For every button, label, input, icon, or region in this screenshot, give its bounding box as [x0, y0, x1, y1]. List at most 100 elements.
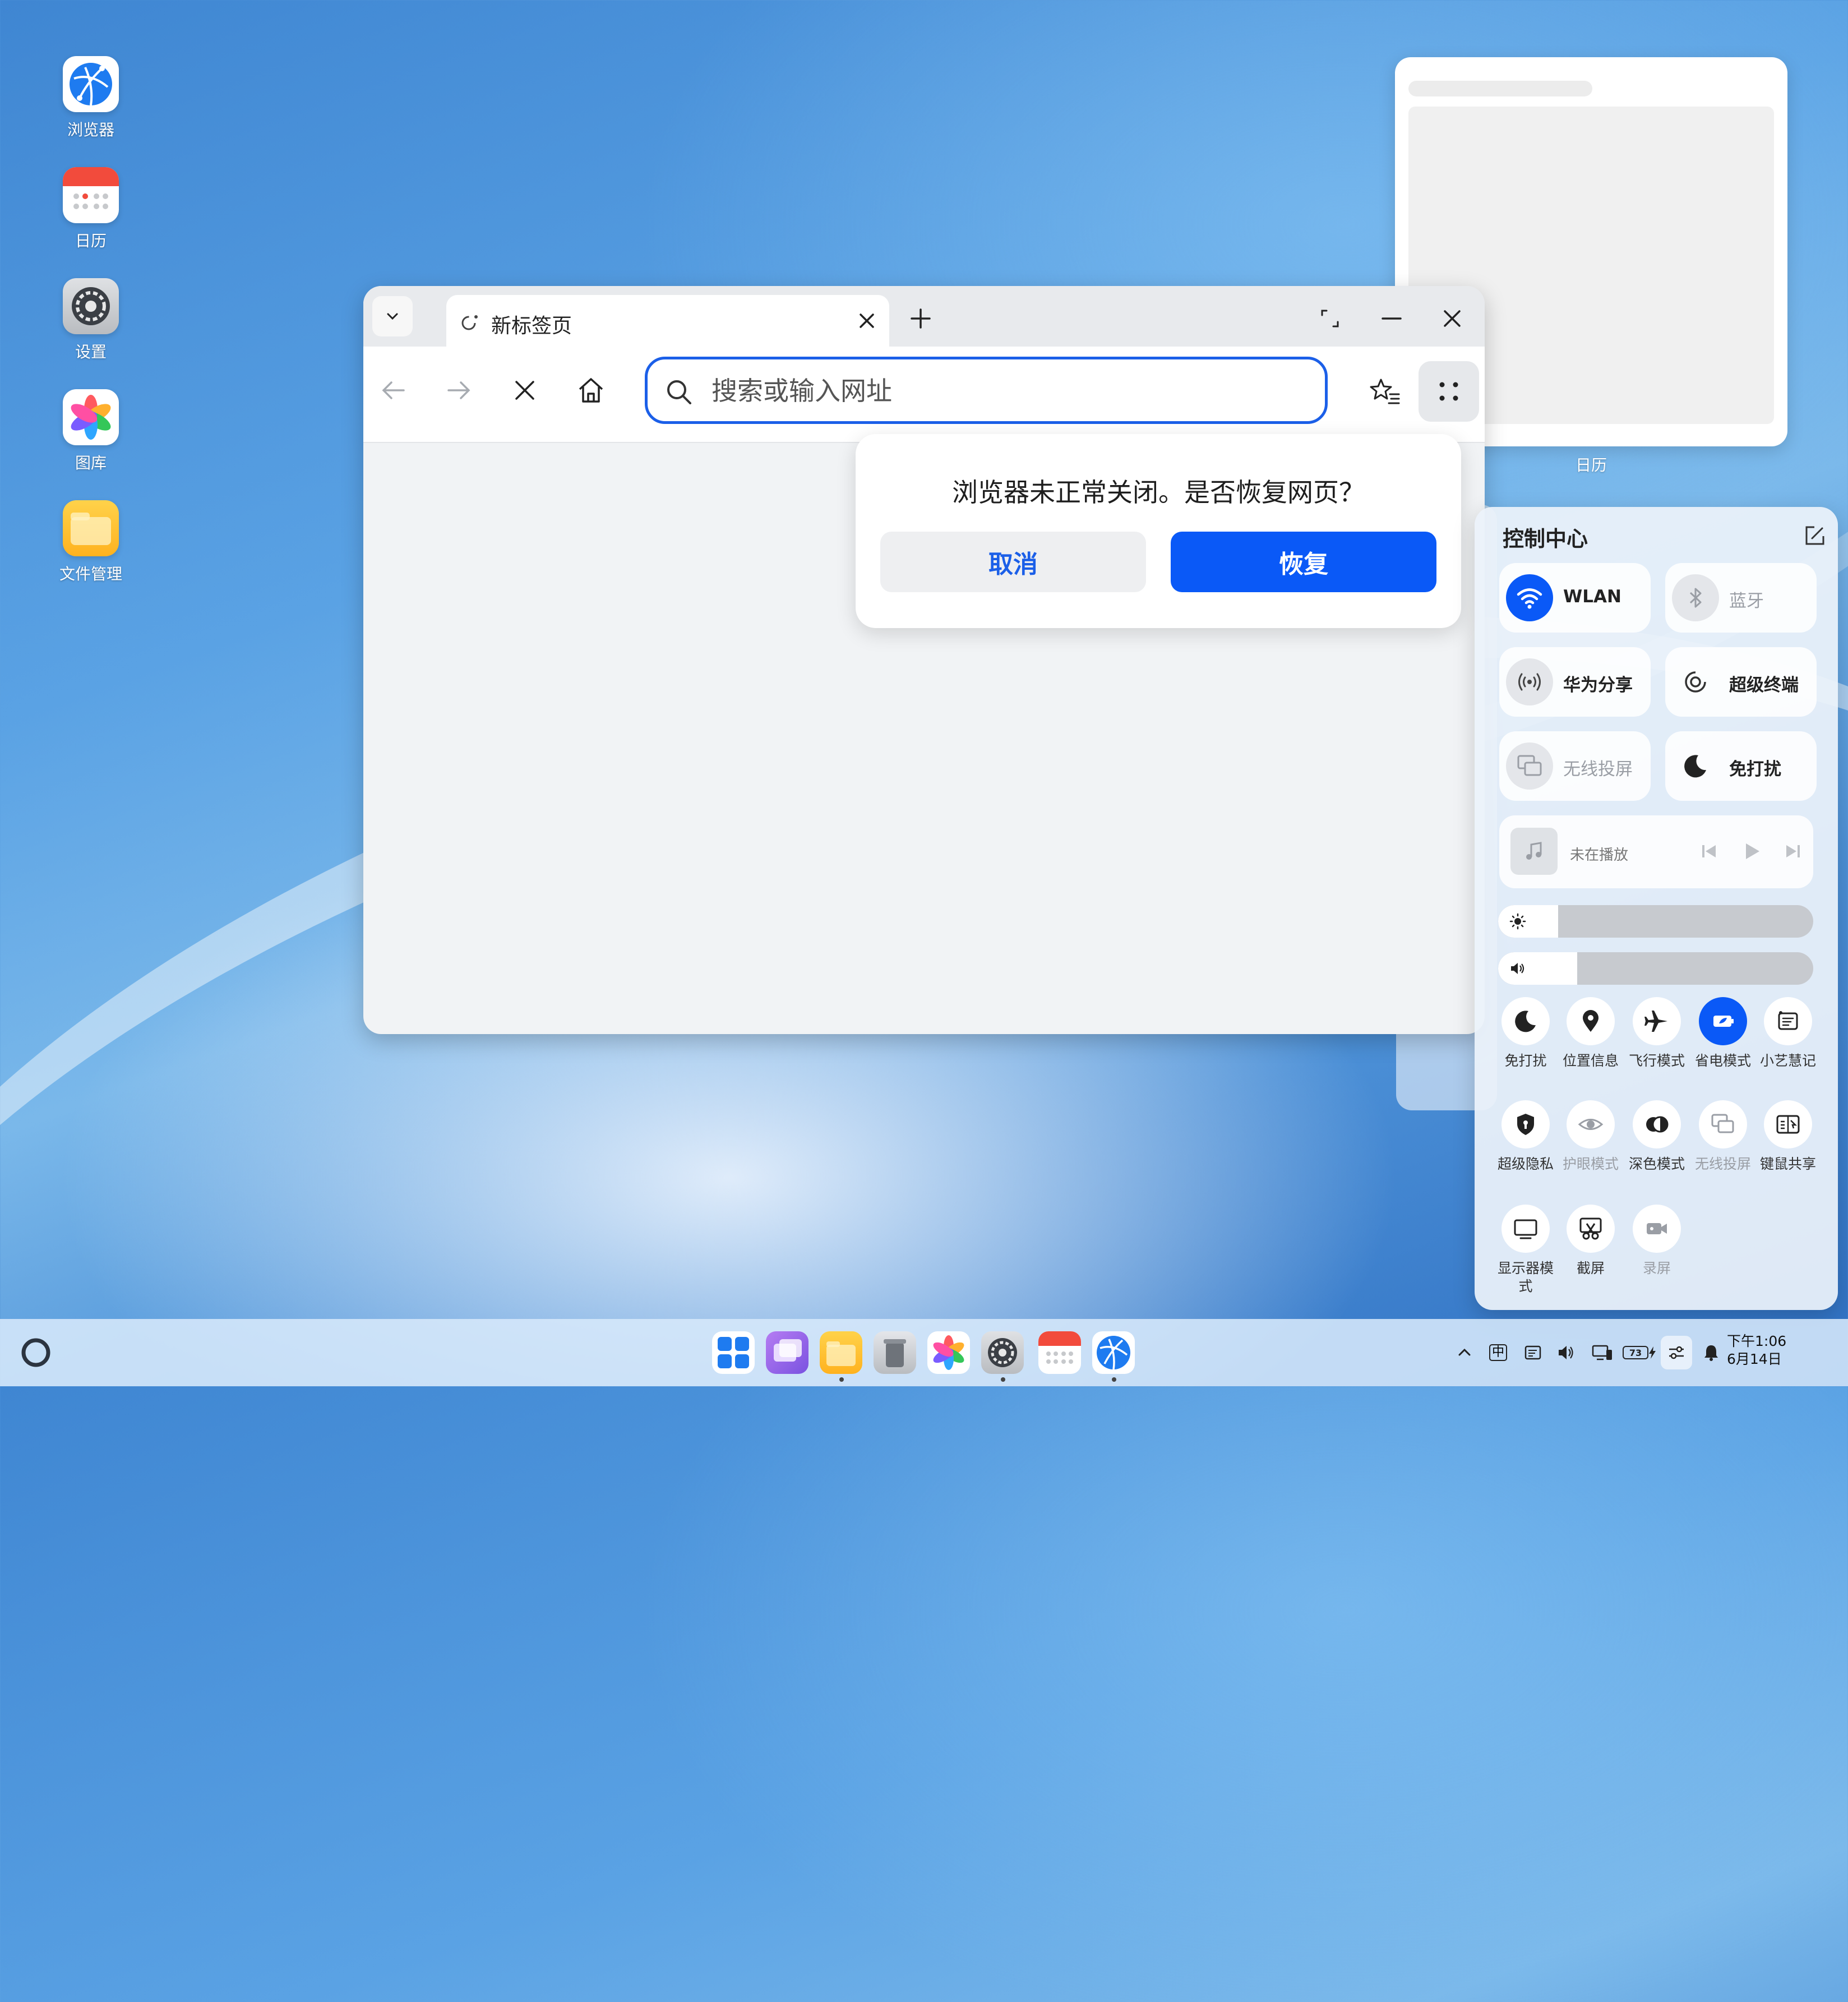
quick-projection-toggle[interactable]: 无线投屏 — [1690, 1100, 1756, 1173]
super-device-icon — [1685, 671, 1706, 693]
quick-monitor-mode-label: 显示器模式 — [1497, 1260, 1554, 1294]
back-button[interactable] — [372, 369, 415, 412]
multitask-windows-icon — [774, 1339, 802, 1362]
app-grid-icon — [718, 1337, 749, 1368]
battery-icon: 73 — [1623, 1346, 1648, 1359]
huawei-share-toggle[interactable]: 华为分享 — [1499, 647, 1651, 717]
quick-dnd-label: 免打扰 — [1504, 1053, 1547, 1069]
restore-button[interactable]: 恢复 — [1171, 532, 1436, 592]
tray-notes[interactable] — [1521, 1340, 1545, 1365]
maximize-icon — [1321, 310, 1339, 327]
dock-browser[interactable] — [1092, 1331, 1135, 1374]
dark-mode-icon — [1646, 1116, 1669, 1133]
desktop-icon-calendar[interactable]: 日历 — [40, 167, 141, 251]
dock-calendar[interactable] — [1038, 1331, 1081, 1374]
tray-ime[interactable]: 中 — [1486, 1340, 1510, 1365]
quick-screenshot-label: 截屏 — [1576, 1260, 1605, 1276]
wireless-projection-toggle[interactable]: 无线投屏 — [1499, 731, 1651, 801]
tab-new-tab[interactable]: 新标签页 — [446, 295, 889, 347]
quick-monitor-mode-toggle[interactable]: 显示器模式 — [1493, 1205, 1559, 1295]
quick-screen-record-toggle[interactable]: 录屏 — [1624, 1205, 1690, 1277]
quick-screenshot-toggle[interactable]: 截屏 — [1558, 1205, 1624, 1277]
dock-files[interactable] — [820, 1331, 862, 1374]
previous-track-button[interactable] — [1695, 838, 1722, 865]
share-icon-circle — [1506, 658, 1553, 705]
dock-gallery[interactable] — [927, 1331, 970, 1374]
clock-date: 6月14日 — [1727, 1351, 1782, 1367]
running-indicator — [839, 1377, 844, 1382]
charging-bolt-icon — [1649, 1346, 1656, 1359]
volume-slider[interactable] — [1498, 952, 1813, 985]
do-not-disturb-toggle[interactable]: 免打扰 — [1665, 731, 1817, 801]
super-device-toggle[interactable]: 超级终端 — [1665, 647, 1817, 717]
desktop-icon-gallery[interactable]: 图库 — [40, 389, 141, 473]
play-button[interactable] — [1738, 838, 1765, 865]
quick-kbm-share-circle — [1764, 1100, 1812, 1148]
new-tab-button[interactable] — [905, 303, 936, 334]
quick-monitor-mode-circle — [1502, 1205, 1550, 1253]
desktop-icon-settings[interactable]: 设置 — [40, 278, 141, 362]
address-bar[interactable] — [645, 357, 1328, 424]
tab-list-button[interactable] — [372, 296, 413, 336]
browser-window: 新标签页 — [363, 286, 1485, 1034]
url-input[interactable] — [710, 373, 1307, 409]
bluetooth-icon — [1689, 588, 1702, 608]
browser-toolbar — [363, 347, 1485, 443]
tab-close-button[interactable] — [853, 307, 880, 334]
close-icon — [515, 381, 534, 400]
quick-privacy-toggle[interactable]: 超级隐私 — [1493, 1100, 1559, 1173]
running-indicator — [1112, 1377, 1116, 1382]
dock-settings[interactable] — [981, 1331, 1024, 1374]
dock-recycle-bin[interactable] — [874, 1331, 916, 1374]
edit-button[interactable] — [1802, 524, 1827, 551]
dnd-icon-circle — [1672, 742, 1719, 790]
tray-volume[interactable] — [1554, 1340, 1579, 1365]
tray-display[interactable] — [1590, 1340, 1615, 1365]
maximize-button[interactable] — [1314, 303, 1346, 334]
quick-keyboard-mouse-share-toggle[interactable]: 键鼠共享 — [1755, 1100, 1821, 1173]
control-center-panel: 控制中心 WLAN 蓝牙 华为分享 超级终端 无线投屏 免打扰 未在播放 免打扰… — [1475, 507, 1838, 1310]
more-menu-button[interactable] — [1419, 361, 1479, 422]
quick-airplane-toggle[interactable]: 飞行模式 — [1624, 997, 1690, 1070]
home-button[interactable] — [570, 369, 612, 412]
tray-control-center-button[interactable] — [1661, 1336, 1692, 1369]
stop-loading-button[interactable] — [503, 369, 546, 412]
dock-multitask[interactable] — [766, 1331, 808, 1374]
quick-power-saving-toggle[interactable]: 省电模式 — [1690, 997, 1756, 1070]
taskbar-clock[interactable]: 下午1:06 6月14日 — [1727, 1332, 1786, 1368]
tray-notifications[interactable] — [1699, 1340, 1724, 1365]
monitor-phone-icon — [1592, 1345, 1612, 1360]
wlan-toggle[interactable]: WLAN — [1499, 563, 1651, 633]
cancel-button[interactable]: 取消 — [880, 532, 1146, 592]
quick-notes-toggle[interactable]: 小艺慧记 — [1755, 997, 1821, 1070]
minimize-button[interactable] — [1376, 303, 1407, 334]
taskbar: 中 73 下午1:06 6月14日 — [0, 1319, 1848, 1386]
quick-eye-comfort-toggle[interactable]: 护眼模式 — [1558, 1100, 1624, 1173]
bluetooth-toggle[interactable]: 蓝牙 — [1665, 563, 1817, 633]
close-icon — [860, 313, 874, 328]
bookmarks-button[interactable] — [1355, 361, 1415, 422]
brightness-slider[interactable] — [1498, 905, 1813, 938]
media-player-card[interactable]: 未在播放 — [1499, 815, 1813, 888]
forward-button[interactable] — [437, 369, 480, 412]
tray-expand-button[interactable] — [1452, 1340, 1477, 1365]
notes-icon — [1778, 1011, 1798, 1030]
thumbnail-label: 日历 — [1575, 456, 1607, 474]
start-ring-icon[interactable] — [19, 1336, 53, 1369]
quick-dark-mode-toggle[interactable]: 深色模式 — [1624, 1100, 1690, 1173]
tray-battery[interactable]: 73 — [1621, 1340, 1657, 1365]
desktop-icon-files[interactable]: 文件管理 — [40, 500, 141, 584]
brightness-slider-fill — [1498, 905, 1558, 938]
minimize-icon — [1382, 317, 1402, 320]
close-window-button[interactable] — [1436, 303, 1468, 334]
desktop-icon-browser[interactable]: 浏览器 — [40, 56, 141, 140]
next-track-button[interactable] — [1780, 838, 1807, 865]
loading-icon — [461, 315, 478, 330]
dock-app-launcher[interactable] — [712, 1331, 755, 1374]
moon-icon — [1515, 1011, 1536, 1032]
desktop-icon-label: 浏览器 — [67, 121, 114, 139]
quick-location-toggle[interactable]: 位置信息 — [1558, 997, 1624, 1070]
quick-dnd-toggle[interactable]: 免打扰 — [1493, 997, 1559, 1070]
brightness-icon — [1509, 913, 1526, 930]
quick-screen-record-label: 录屏 — [1642, 1260, 1671, 1276]
